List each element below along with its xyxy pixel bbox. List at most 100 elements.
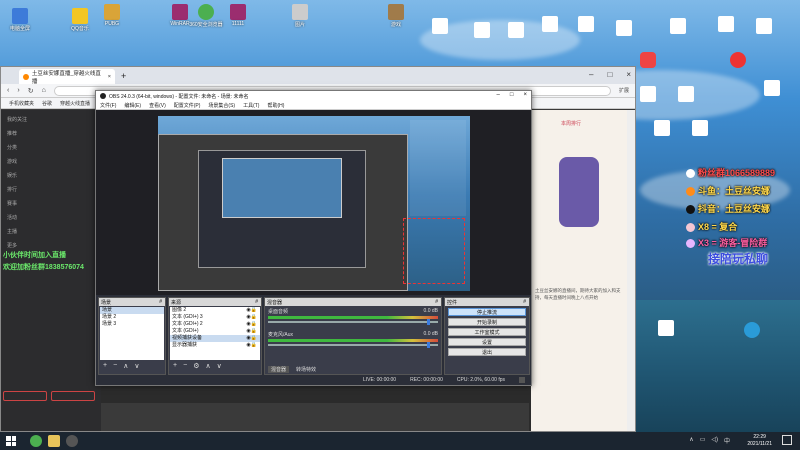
menu-edit[interactable]: 编辑(E) (124, 102, 141, 109)
home-icon[interactable]: ⌂ (42, 87, 46, 94)
desktop-file-icon[interactable] (646, 320, 686, 337)
volume-slider[interactable] (268, 319, 438, 325)
minimize-icon[interactable]: – (497, 92, 500, 98)
tab-transitions[interactable]: 转场特效 (293, 366, 319, 373)
scene-item[interactable]: 场景 (100, 307, 164, 314)
bookmark-item[interactable]: 穿越火线直播 (60, 100, 90, 107)
right-panel: 本周排行 土豆丝安娜的直播间，期待大家的加入和支持，每天直播时间晚上八点开始 (531, 110, 627, 431)
network-icon[interactable]: ▭ (700, 436, 706, 445)
nav-item[interactable]: 更多 (7, 242, 95, 249)
studio-mode-button[interactable]: 工作室模式 (448, 328, 526, 336)
gear-icon[interactable]: ⚙ (193, 362, 199, 370)
tab-mixer[interactable]: 混音器 (268, 366, 290, 373)
source-item[interactable]: 视频捕获设备 ◉🔒 (170, 335, 260, 342)
nav-item[interactable]: 排行 (7, 186, 95, 193)
red-button[interactable] (3, 391, 47, 401)
desktop-file-icon[interactable] (642, 120, 682, 137)
new-tab-button[interactable]: + (121, 71, 126, 81)
menu-scene-collection[interactable]: 场景集合(S) (208, 102, 235, 109)
remove-icon[interactable]: − (183, 362, 187, 370)
taskbar-clock[interactable]: 22:29 2021/11/21 (747, 434, 772, 448)
desktop-icon[interactable]: 游戏 (376, 4, 416, 28)
desktop-icon[interactable]: 11111 (218, 4, 258, 27)
down-icon[interactable]: ∨ (134, 362, 139, 370)
up-icon[interactable]: ∧ (123, 362, 128, 370)
volume-slider[interactable] (268, 342, 438, 348)
desktop-icon[interactable]: PUBG (92, 4, 132, 27)
scrollbar[interactable] (627, 110, 635, 431)
desktop-file-icon[interactable] (706, 16, 746, 33)
stop-streaming-button[interactable]: 停止推流 (448, 308, 526, 316)
ime-icon[interactable]: 中 (724, 436, 730, 445)
extension-button[interactable]: 扩展 (619, 87, 629, 94)
nav-item[interactable]: 活动 (7, 214, 95, 221)
bookmark-item[interactable]: 手机收藏夹 (9, 100, 34, 107)
source-item[interactable]: 文本 (GDI+) 2 ◉🔒 (170, 321, 260, 328)
windows-start-icon[interactable] (6, 436, 16, 446)
desktop-file-icon[interactable] (744, 18, 784, 35)
menu-profile[interactable]: 配置文件(P) (174, 102, 201, 109)
browser-taskbar-icon[interactable] (30, 435, 42, 447)
desktop-file-icon[interactable] (752, 80, 792, 97)
nav-item[interactable]: 我的关注 (7, 116, 95, 123)
nav-item[interactable]: 娱乐 (7, 172, 95, 179)
menu-tools[interactable]: 工具(T) (243, 102, 259, 109)
menu-view[interactable]: 查看(V) (149, 102, 166, 109)
nav-item[interactable]: 分类 (7, 144, 95, 151)
maximize-icon[interactable]: □ (510, 92, 514, 98)
nav-item[interactable]: 推荐 (7, 130, 95, 137)
volume-icon[interactable]: ◁) (711, 436, 718, 445)
add-icon[interactable]: + (103, 362, 107, 370)
menu-file[interactable]: 文件(F) (100, 102, 116, 109)
obs-taskbar-icon[interactable] (66, 435, 78, 447)
settings-button[interactable]: 设置 (448, 338, 526, 346)
desktop-icon[interactable]: 电脑全屏 (0, 8, 40, 32)
scene-item[interactable]: 场景 2 (100, 314, 164, 321)
red-button[interactable] (51, 391, 95, 401)
menu-help[interactable]: 帮助(H) (267, 102, 284, 109)
desktop-icon[interactable]: 图片 (280, 4, 320, 28)
files-taskbar-icon[interactable] (48, 435, 60, 447)
up-icon[interactable]: ∧ (205, 362, 210, 370)
desktop-file-icon[interactable] (680, 120, 720, 137)
start-recording-button[interactable]: 开始录制 (448, 318, 526, 326)
source-item[interactable]: 显示器捕获 ◉🔒 (170, 342, 260, 349)
eye-icon: ◉🔒 (246, 321, 257, 327)
minimize-icon[interactable]: – (589, 70, 593, 79)
close-icon[interactable]: × (626, 70, 631, 79)
add-icon[interactable]: + (173, 362, 177, 370)
desktop-file-icon[interactable] (732, 322, 772, 339)
exit-button[interactable]: 退出 (448, 348, 526, 356)
nav-item[interactable]: 游戏 (7, 158, 95, 165)
nav-item[interactable]: 主播 (7, 228, 95, 235)
scene-item[interactable]: 场景 3 (100, 321, 164, 328)
source-item[interactable]: 文本 (GDI+) 3 ◉🔒 (170, 314, 260, 321)
down-icon[interactable]: ∨ (217, 362, 222, 370)
rec-timer: REC: 00:00:00 (410, 377, 443, 383)
nav-item[interactable]: 赛事 (7, 200, 95, 207)
chevron-up-icon[interactable]: ∧ (689, 436, 693, 445)
notification-icon[interactable] (782, 435, 792, 445)
desktop-file-icon[interactable] (658, 18, 698, 35)
dock-float-icon: # (255, 299, 258, 305)
browser-tab[interactable]: 土豆丝安娜直播_穿越火线直播 × (19, 69, 115, 85)
close-icon[interactable]: × (108, 74, 111, 80)
close-icon[interactable]: × (523, 92, 527, 98)
desktop-file-icon[interactable] (604, 20, 644, 37)
forward-icon[interactable]: › (17, 87, 19, 94)
obs-preview[interactable] (96, 110, 531, 295)
reload-icon[interactable]: ↻ (28, 87, 34, 95)
desktop-file-icon[interactable] (566, 16, 606, 33)
back-icon[interactable]: ‹ (7, 87, 9, 94)
source-item[interactable]: 图像 2 ◉🔒 (170, 307, 260, 314)
maximize-icon[interactable]: □ (607, 70, 612, 79)
desktop-file-icon[interactable] (530, 16, 570, 33)
selection-box[interactable] (403, 218, 465, 284)
bookmark-item[interactable]: 谷歌 (42, 100, 52, 107)
desktop-file-icon[interactable] (666, 86, 706, 103)
desktop-file-icon[interactable] (420, 18, 460, 35)
preview-canvas[interactable] (158, 116, 470, 291)
desktop-file-icon[interactable] (718, 52, 758, 69)
remove-icon[interactable]: − (113, 362, 117, 370)
source-item[interactable]: 文本 (GDI+) ◉🔒 (170, 328, 260, 335)
